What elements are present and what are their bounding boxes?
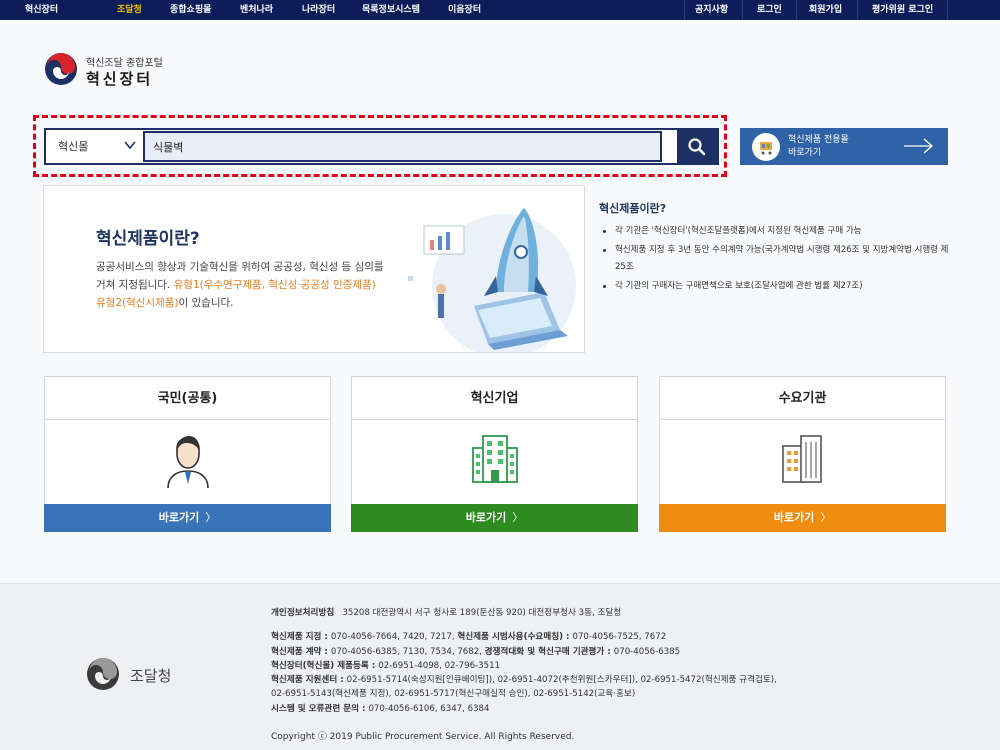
card-title: 혁신기업	[352, 377, 637, 420]
nav-divider	[796, 0, 797, 20]
arrow-right-icon	[904, 138, 933, 154]
banner-desc-text: 이 있습니다.	[178, 297, 234, 309]
footer-divider	[0, 583, 1000, 584]
contact-label: 혁신제품 지정 :	[271, 632, 331, 643]
footer-contact-row: 혁신제품 계약 : 070-4056-6385, 7130, 7534, 768…	[271, 645, 971, 659]
nav-item-nara-jangteo[interactable]: 나라장터	[302, 0, 335, 20]
banner-description: 공공서비스의 향상과 기술혁신을 위하여 공공성, 혁신성 등 심의를 거쳐 지…	[96, 258, 426, 312]
button-label: 바로가기	[465, 511, 507, 524]
privacy-policy-link[interactable]: 개인정보처리방침	[271, 608, 334, 618]
button-label: 바로가기	[773, 511, 815, 524]
logo-subtitle: 혁신조달 종합포털	[86, 58, 163, 69]
footer-address-row: 개인정보처리방침 35208 대전광역시 서구 청사로 189(둔산동 920)…	[271, 606, 971, 620]
search-bar: 혁신몰	[44, 128, 719, 165]
innovation-company-card: 혁신기업 바로가기 〉	[351, 376, 638, 532]
cart-icon	[752, 133, 780, 161]
taegeuk-logo-icon	[45, 53, 77, 85]
info-title: 혁신제품이란?	[599, 202, 667, 215]
info-list-item: 각 기관은 '혁신장터'(혁신조달플랫폼)에서 지정된 혁신제품 구매 가능	[599, 223, 959, 240]
chevron-down-icon	[124, 141, 136, 150]
banner-desc-line: 공공서비스의 향상과 기술혁신을 위하여 공공성, 혁신성 등 심의를	[96, 261, 384, 273]
footer-contact-info: 개인정보처리방침 35208 대전광역시 서구 청사로 189(둔산동 920)…	[271, 606, 971, 716]
nav-item-evaluator-login[interactable]: 평가위원 로그인	[872, 0, 933, 20]
card-title: 수요기관	[660, 377, 945, 420]
contact-value: 070-4056-6385, 7130, 7534, 7682,	[330, 646, 485, 657]
search-category-select[interactable]: 혁신몰	[46, 130, 142, 163]
info-list: 각 기관은 '혁신장터'(혁신조달플랫폼)에서 지정된 혁신제품 구매 가능 혁…	[599, 223, 959, 295]
nav-divider	[947, 0, 948, 20]
info-list-item: 각 기관의 구매자는 구매면책으로 보호(조달사업에 관한 법률 제27조)	[599, 278, 959, 295]
nav-divider	[684, 0, 685, 20]
footer-contact-row: 02-6951-5143(혁신제품 지정), 02-6951-5717(혁신구매…	[271, 687, 971, 701]
nav-item-shopping-mall[interactable]: 종합쇼핑몰	[170, 0, 211, 20]
nav-item-hyeoksin-jangteo[interactable]: 혁신장터	[25, 0, 58, 20]
search-icon	[688, 138, 706, 156]
footer-logo: 조달청	[86, 657, 171, 695]
contact-label: 혁신제품 지원센터 :	[271, 675, 347, 686]
footer-contact-row: 혁신장터(혁신몰) 제품등록 : 02-6951-4098, 02-796-35…	[271, 659, 971, 673]
banner-desc-text: 거쳐 지정됩니다.	[96, 279, 174, 291]
contact-label: 혁신장터(혁신몰) 제품등록 :	[271, 660, 379, 671]
chevron-right-icon: 〉	[205, 511, 217, 524]
logo-title: 혁신장터	[86, 70, 154, 88]
nav-item-signup[interactable]: 회원가입	[809, 0, 842, 20]
nav-item-catalog-system[interactable]: 목록정보시스템	[362, 0, 420, 20]
banner-type1-text: 유형1(우수연구제품, 혁신성·공공성 인증제품)	[173, 279, 376, 291]
shortcut-label: 혁신제품 전용몰 바로가기	[788, 135, 849, 158]
building-icon	[471, 435, 518, 483]
contact-label: 시스템 및 오류관련 문의 :	[271, 703, 369, 714]
nav-item-ieum-jangteo[interactable]: 이음장터	[448, 0, 481, 20]
card-title: 국민(공통)	[45, 377, 330, 420]
contact-value: 02-6951-5143(혁신제품 지정), 02-6951-5717(혁신구매…	[271, 689, 636, 700]
contact-value: 02-6951-5714(숙성지원[인큐베이팅]), 02-6951-4072(…	[346, 675, 777, 686]
citizen-shortcut-button[interactable]: 바로가기 〉	[44, 504, 331, 532]
nav-item-notice[interactable]: 공지사항	[695, 0, 728, 20]
top-navigation-bar: 혁신장터 조달청 종합쇼핑몰 벤처나라 나라장터 목록정보시스템 이음장터 공지…	[0, 0, 1000, 20]
demand-agency-card: 수요기관 바로가기 〉	[659, 376, 946, 532]
nav-item-venture-nara[interactable]: 벤처나라	[240, 0, 273, 20]
citizen-card: 국민(공통) 바로가기 〉	[44, 376, 331, 532]
taegeuk-gray-logo-icon	[87, 658, 119, 690]
innovation-mall-shortcut-button[interactable]: 혁신제품 전용몰 바로가기	[740, 128, 948, 165]
footer-logo-text: 조달청	[130, 667, 172, 685]
button-label: 바로가기	[158, 511, 200, 524]
innovation-product-banner: 혁신제품이란? 공공서비스의 향상과 기술혁신을 위하여 공공성, 혁신성 등 …	[43, 185, 585, 353]
contact-label: 혁신제품 시범사용(수요매칭) :	[457, 632, 573, 643]
footer-contact-row: 혁신제품 지원센터 : 02-6951-5714(숙성지원[인큐베이팅]), 0…	[271, 673, 971, 687]
footer-contact-row: 시스템 및 오류관련 문의 : 070-4056-6106, 6347, 638…	[271, 702, 971, 716]
banner-type2-text: 유형2(혁신시제품)	[96, 297, 179, 309]
company-shortcut-button[interactable]: 바로가기 〉	[351, 504, 638, 532]
banner-desc-line: 유형2(혁신시제품)이 있습니다.	[96, 294, 426, 312]
search-input[interactable]	[143, 131, 662, 162]
chevron-right-icon: 〉	[820, 511, 832, 524]
banner-title: 혁신제품이란?	[96, 229, 200, 249]
rocket-laptop-illustration	[408, 208, 576, 352]
nav-divider	[742, 0, 743, 20]
search-category-label: 혁신몰	[58, 140, 89, 153]
footer-address: 35208 대전광역시 서구 청사로 189(둔산동 920) 대전정부청사 3…	[342, 608, 622, 618]
innovation-info-panel: 혁신제품이란? 각 기관은 '혁신장터'(혁신조달플랫폼)에서 지정된 혁신제품…	[599, 200, 959, 297]
contact-value: 070-4056-7525, 7672	[572, 632, 667, 643]
contact-value: 02-6951-4098, 02-796-3511	[378, 660, 501, 671]
agency-shortcut-button[interactable]: 바로가기 〉	[659, 504, 946, 532]
banner-desc-line: 거쳐 지정됩니다. 유형1(우수연구제품, 혁신성·공공성 인증제품)	[96, 276, 426, 294]
footer-contact-row: 혁신제품 지정 : 070-4056-7664, 7420, 7217, 혁신제…	[271, 630, 971, 644]
person-icon	[166, 436, 209, 488]
contact-value: 070-4056-7664, 7420, 7217,	[330, 632, 458, 643]
nav-divider	[857, 0, 858, 20]
contact-value: 070-4056-6106, 6347, 6384	[368, 703, 490, 714]
nav-item-jodalcheong[interactable]: 조달청	[117, 0, 142, 20]
search-button[interactable]	[677, 130, 717, 163]
info-list-item: 혁신제품 지정 후 3년 동안 수의계약 가능(국가계약법 시행령 제26조 및…	[599, 242, 959, 276]
copyright-text: Copyright ⓒ 2019 Public Procurement Serv…	[271, 732, 575, 742]
contact-label: 경쟁적대화 및 혁신구매 기관평가 :	[484, 646, 614, 657]
contact-value: 070-4056-6385	[613, 646, 681, 657]
contact-label: 혁신제품 계약 :	[271, 646, 331, 657]
nav-item-login[interactable]: 로그인	[757, 0, 782, 20]
chevron-right-icon: 〉	[512, 511, 524, 524]
office-building-icon	[781, 435, 822, 483]
